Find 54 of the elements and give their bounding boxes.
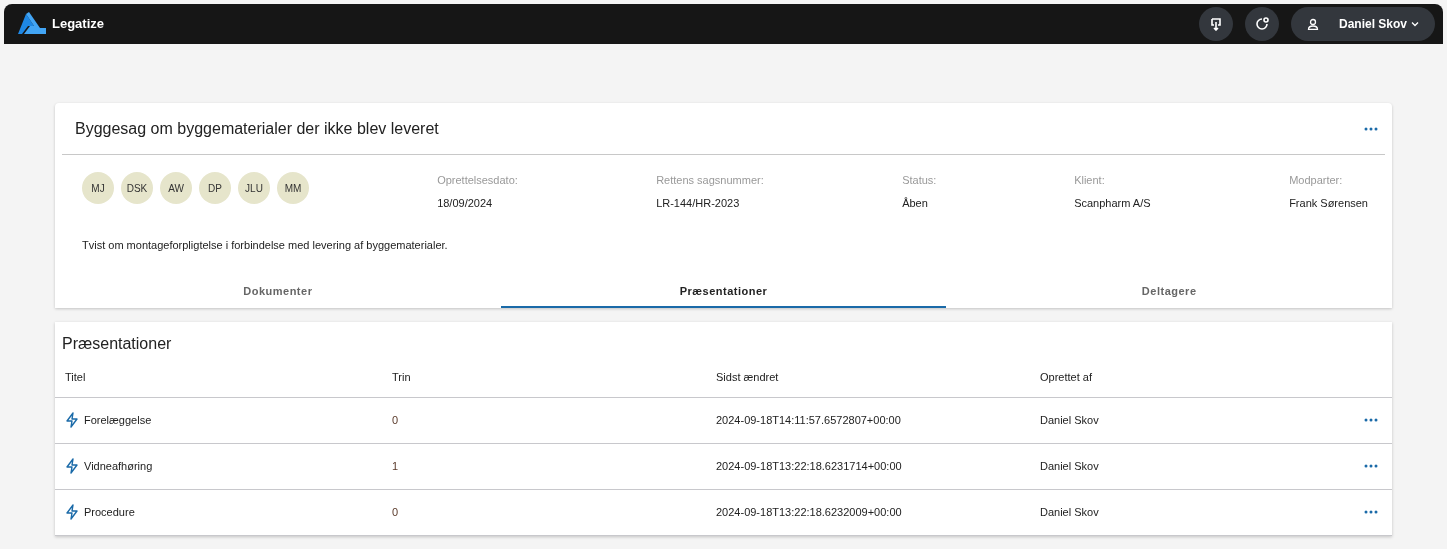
participant-avatar: JLU <box>238 172 270 204</box>
case-title: Byggesag om byggematerialer der ikke blev leveret <box>75 118 439 139</box>
more-icon[interactable] <box>1364 510 1378 514</box>
user-menu-button[interactable]: Daniel Skov <box>1290 7 1435 41</box>
caret-icon <box>1411 21 1419 27</box>
logo-icon <box>16 12 48 36</box>
participant-avatar: DP <box>199 172 231 204</box>
section-title: Præsentationer <box>62 334 172 352</box>
table-cell-text: 2024-09-18T13:22:18.6231714+00:00 <box>716 458 903 474</box>
table-cell-text: 0 <box>392 504 400 520</box>
participant-avatar: MJ <box>82 172 114 204</box>
field-value: Åben <box>902 195 929 211</box>
field-value: Scanpharm A/S <box>1074 195 1152 211</box>
participant-avatar: DSK <box>121 172 153 204</box>
field-value: 18/09/2024 <box>437 195 494 211</box>
table-cell-text: Forelæggelse <box>84 412 152 428</box>
table-cell-text: Vidneafhøring <box>84 458 153 474</box>
table-cell-text: Daniel Skov <box>1040 458 1100 474</box>
app-name: Legatize <box>52 15 104 34</box>
column-header: Trin <box>392 369 412 385</box>
more-icon[interactable] <box>1364 126 1378 131</box>
table-cell-text: Daniel Skov <box>1040 504 1100 520</box>
field-label: Klient: <box>1074 173 1106 188</box>
lightning-icon <box>65 458 79 474</box>
case-description: Tvist om montageforpligtelse i forbindelse med levering af byggematerialer. <box>81 238 449 253</box>
lightning-icon <box>65 504 79 520</box>
table-cell-text: Procedure <box>84 504 135 520</box>
table-cell-text: 0 <box>392 412 400 428</box>
field-label: Oprettelsesdato: <box>437 173 519 188</box>
more-icon[interactable] <box>1364 464 1378 468</box>
field-value: LR-144/HR-2023 <box>656 195 741 211</box>
user-icon <box>1306 18 1319 30</box>
tab[interactable]: Deltagere <box>946 276 1392 308</box>
lightning-icon <box>65 412 79 428</box>
table-cell-text: Daniel Skov <box>1040 412 1100 428</box>
column-header: Sidst ændret <box>716 369 780 385</box>
tab[interactable]: Dokumenter <box>55 276 501 308</box>
download-button[interactable] <box>1198 7 1233 41</box>
table-cell-text: 2024-09-18T13:22:18.6232009+00:00 <box>716 504 903 520</box>
table-cell-text: 1 <box>392 458 400 474</box>
download-icon <box>1208 17 1223 31</box>
settings-button[interactable] <box>1244 7 1279 41</box>
gear-icon <box>1253 16 1270 32</box>
field-label: Rettens sagsnummer: <box>656 173 765 188</box>
tab[interactable]: Præsentationer <box>500 276 947 308</box>
field-value: Frank Sørensen <box>1289 195 1368 211</box>
participant-avatar: MM <box>277 172 309 204</box>
table-cell-text: 2024-09-18T14:11:57.6572807+00:00 <box>716 412 902 428</box>
more-icon[interactable] <box>1364 418 1378 422</box>
column-header: Oprettet af <box>1040 369 1093 385</box>
field-label: Status: <box>902 173 938 188</box>
field-label: Modparter: <box>1289 173 1344 188</box>
participant-avatar: AW <box>160 172 192 204</box>
column-header: Titel <box>65 369 87 385</box>
